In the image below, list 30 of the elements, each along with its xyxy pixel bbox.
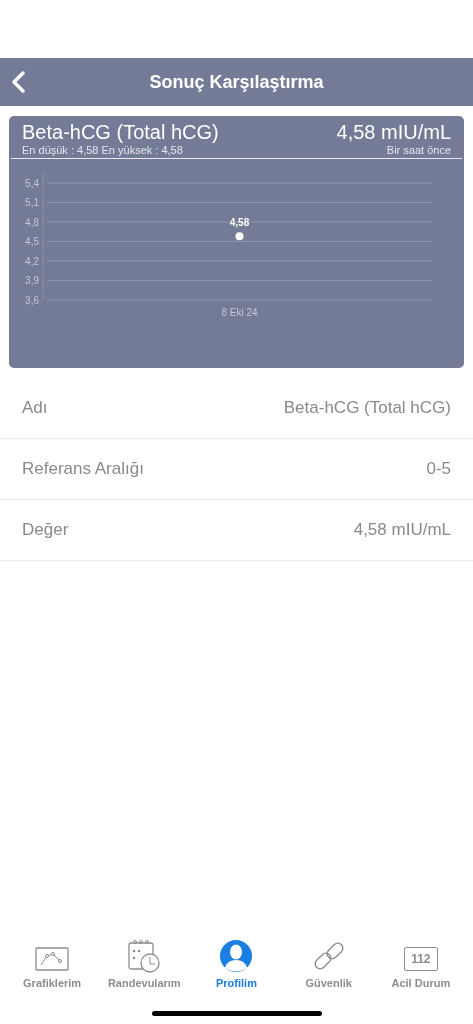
axis-tick-label: 8 Eki 24 [221, 307, 258, 318]
data-point [235, 232, 244, 241]
chart-icon [35, 947, 70, 973]
axis-tick-label: 5,4 [25, 177, 39, 189]
result-time: Bir saat önce [385, 144, 451, 156]
data-label: 4,58 [229, 217, 250, 229]
tab-bar-item[interactable]: Grafiklerim [7, 939, 98, 997]
tab-bar-item[interactable]: Randevularım [99, 939, 190, 997]
axis-tick-label: 3,9 [25, 275, 39, 286]
axis-tick-label: 4,5 [25, 236, 39, 247]
detail-label: Referans Aralığı [22, 459, 144, 479]
detail-value: 0-5 [426, 459, 451, 479]
detail-label: Değer [22, 520, 69, 540]
person-icon [219, 939, 254, 973]
test-name: Beta-hCG (Total hCG) [22, 120, 220, 144]
axis-tick-label: 4,8 [25, 216, 39, 228]
tab-bar-item[interactable]: 112 Acil Durum [375, 939, 466, 997]
detail-value: 4,58 mIU/mL [353, 520, 451, 540]
tab-bar-item[interactable]: Profilim [191, 939, 282, 997]
detail-label: Adı [22, 398, 48, 418]
test-value: 4,58 mIU/mL [336, 120, 451, 144]
tab-bar-item[interactable]: Güvenlik [283, 939, 374, 997]
axis-tick-label: 3,6 [25, 294, 39, 306]
calendar-clock-icon [127, 939, 162, 973]
emergency-number-icon: 112 [403, 947, 438, 971]
screen-title: Sonuç Karşılaştırma [149, 71, 324, 93]
axis-tick-label: 5,1 [25, 197, 39, 208]
detail-value: Beta-hCG (Total hCG) [283, 398, 451, 418]
range-summary: En düşük : 4,58 En yüksek : 4,58 [22, 144, 184, 156]
axis-tick-label: 4,2 [25, 255, 39, 267]
